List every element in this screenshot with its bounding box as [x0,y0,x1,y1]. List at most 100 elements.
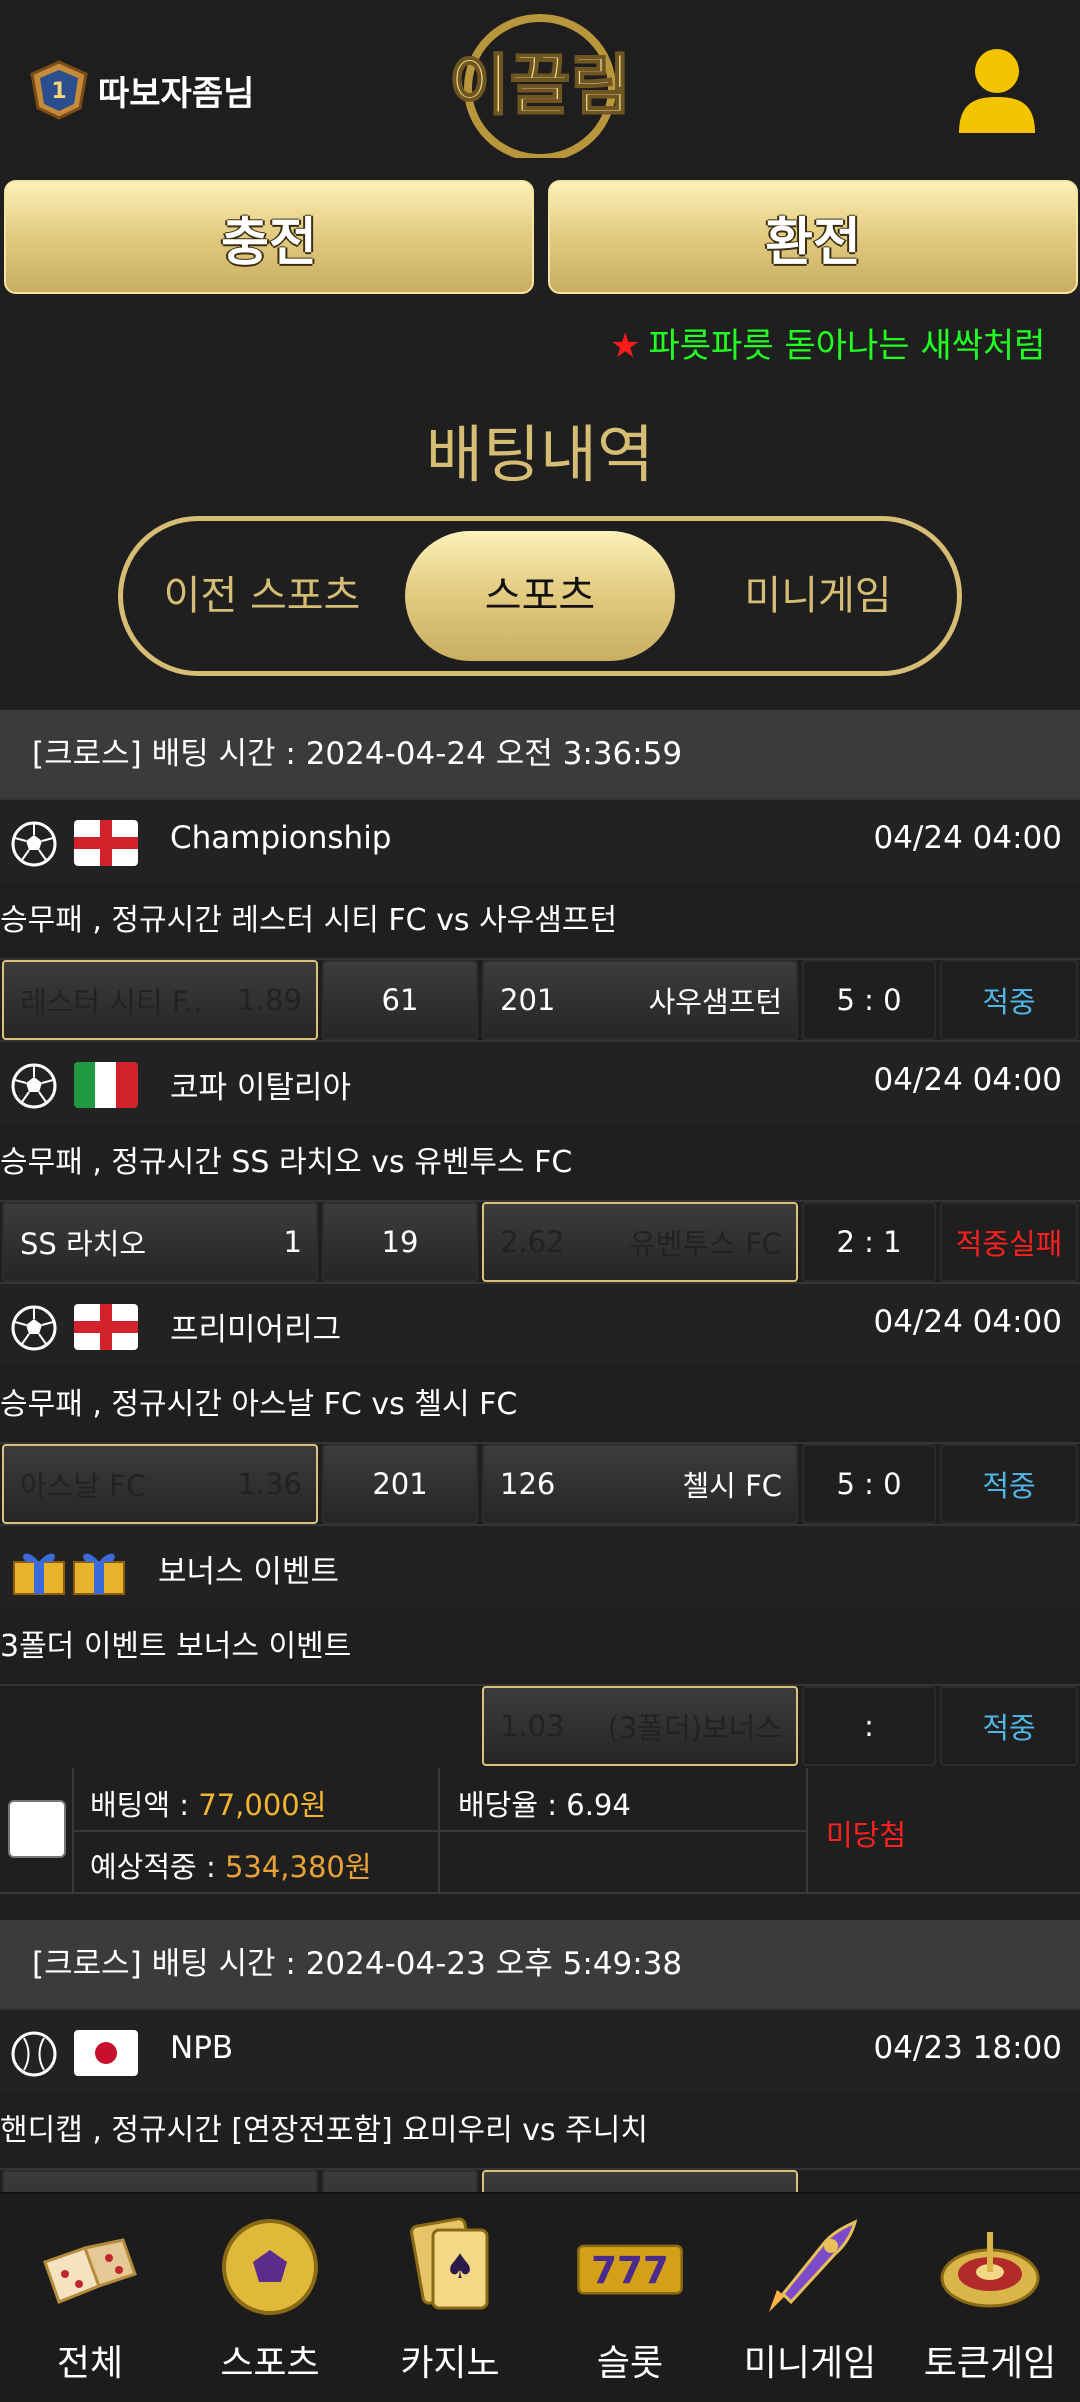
away-team: 첼시 FC [682,1469,782,1503]
draw-odds-button[interactable] [322,2170,478,2192]
nav-minigame[interactable]: 미니게임 [720,2194,900,2402]
nav-label: 미니게임 [743,2343,877,2384]
away-odds-button[interactable] [482,2170,798,2192]
page-title: 배팅내역 [425,418,655,491]
bet-amount: 배팅액 : 77,000원 [90,1782,326,1824]
away-team: 유벤투스 FC [629,1227,782,1261]
away-team: 사우샘프턴 [648,985,782,1019]
league-name: NPB [170,2030,234,2066]
nav-sports[interactable]: 스포츠 [180,2194,360,2402]
home-odds: 1.36 [237,1467,302,1501]
roulette-icon [940,2232,1040,2308]
match-description: 승무패 , 정규시간 SS 라치오 vs 유벤투스 FC [0,1124,1080,1202]
tab-minigame[interactable]: 미니게임 [679,531,957,661]
sports-ball-icon [222,2219,318,2315]
select-checkbox[interactable] [8,1800,66,1858]
svg-text:이끌림: 이끌림 [449,47,631,124]
svg-text:1: 1 [51,79,66,104]
casino-cards-icon: ♠ [410,2217,489,2310]
expected-win-label: 예상적중 : [90,1850,225,1884]
svg-text:777: 777 [591,2248,669,2292]
tab-bar: 이전 스포츠 스포츠 미니게임 [118,516,962,676]
profile-icon[interactable] [955,45,1039,135]
league-name: 보너스 이벤트 [158,1554,339,1590]
draw-odds: 201 [372,1467,428,1501]
match-time: 04/24 04:00 [873,1304,1062,1340]
bet-amount-label: 배팅액 : [90,1788,199,1822]
result-badge: 적중 [982,1711,1036,1745]
bottom-nav: 전체 스포츠 ♠ 카지노 777 슬롯 미니게임 토큰게임 [0,2192,1080,2402]
league-row: Championship 04/24 04:00 [0,798,1080,884]
rocket-icon [769,2219,858,2312]
draw-odds-button[interactable]: 61 [322,960,478,1040]
result-badge: 적중 [982,985,1036,1019]
odds-rate: 배당율 : 6.94 [458,1782,631,1824]
draw-odds-button[interactable]: 201 [322,1444,478,1524]
odds-row: SS 라치오 1 19 2.62 유벤투스 FC 2 : 1 적중실패 [0,1202,1080,1282]
away-odds-button[interactable]: 2.62 유벤투스 FC [482,1202,798,1282]
soccer-icon [11,1305,57,1351]
league-row: 보너스 이벤트 [0,1524,1080,1610]
star-icon: ★ [610,326,641,366]
bonus-name: (3폴더)보너스 [607,1711,782,1745]
england-flag-icon [74,1304,138,1350]
expected-win-value: 534,380원 [224,1850,372,1884]
bet-status: 미당첨 [826,1818,907,1852]
user-name[interactable]: 따보자좀님 [98,66,254,115]
match-time: 04/24 04:00 [873,1062,1062,1098]
result-badge: 적중실패 [955,1227,1063,1261]
away-odds-button[interactable]: 126 첼시 FC [482,1444,798,1524]
rank-badge-icon: 1 [30,60,88,120]
nav-token-game[interactable]: 토큰게임 [900,2194,1080,2402]
withdraw-button[interactable]: 환전 [548,180,1078,294]
score: 5 : 0 [836,1467,902,1501]
odds-row: 1.03 (3폴더)보너스 : 적중 [0,1686,1080,1766]
away-odds: 2.62 [500,1225,565,1259]
tab-sports[interactable]: 스포츠 [405,531,675,661]
svg-text:♠: ♠ [445,2247,475,2287]
match-time: 04/24 04:00 [873,820,1062,856]
app-header: 1 따보자좀님 이끌림 [0,0,1080,172]
result-cell: 적중 [940,1686,1078,1766]
draw-odds: 19 [381,1225,419,1259]
soccer-icon [11,821,57,867]
nav-all[interactable]: 전체 [0,2194,180,2402]
league-row: 코파 이탈리아 04/24 04:00 [0,1040,1080,1126]
match-description: 3폴더 이벤트 보너스 이벤트 [0,1608,1080,1686]
odds-row-partial [0,2170,1080,2192]
home-odds-button[interactable]: 아스날 FC 1.36 [2,1444,318,1524]
result-badge: 적중 [982,1469,1036,1503]
league-row: 프리미어리그 04/24 04:00 [0,1282,1080,1368]
home-odds-button[interactable]: 레스터 시티 F.. 1.89 [2,960,318,1040]
notice-marquee: ★ 파릇파릇 돋아나는 새싹처럼 [610,318,1045,367]
bonus-odds-button[interactable]: 1.03 (3폴더)보너스 [482,1686,798,1766]
league-name: Championship [170,820,392,856]
score-cell: 5 : 0 [802,1444,936,1524]
site-logo[interactable]: 이끌림 [430,8,650,158]
nav-casino[interactable]: ♠ 카지노 [360,2194,540,2402]
home-odds-button[interactable]: SS 라치오 1 [2,1202,318,1282]
home-odds: 1 [283,1225,302,1259]
away-odds-button[interactable]: 201 사우샘프턴 [482,960,798,1040]
draw-odds-button[interactable]: 19 [322,1202,478,1282]
odds-rate-value: 6.94 [566,1788,631,1822]
nav-label: 카지노 [400,2343,500,2384]
match-description: 승무패 , 정규시간 레스터 시티 FC vs 사우샘프턴 [0,882,1080,960]
nav-label: 전체 [56,2343,124,2384]
nav-label: 슬롯 [596,2343,664,2384]
away-odds: 126 [500,1467,556,1501]
dice-icon [43,2238,137,2304]
score-cell: : [802,1686,936,1766]
nav-label: 토큰게임 [923,2343,1057,2384]
home-team: SS 라치오 [20,1227,147,1261]
expected-win: 예상적중 : 534,380원 [90,1844,372,1886]
score: 2 : 1 [836,1225,902,1259]
tab-previous-sports[interactable]: 이전 스포츠 [123,531,401,661]
bet-header: [크로스] 배팅 시간 : 2024-04-23 오후 5:49:38 [0,1920,1080,2008]
bonus-odds: 1.03 [500,1709,565,1743]
nav-slot[interactable]: 777 슬롯 [540,2194,720,2402]
italy-flag-icon [74,1062,138,1108]
home-odds-button[interactable] [2,2170,318,2192]
slot-777-icon: 777 [577,2244,683,2295]
charge-button[interactable]: 충전 [4,180,534,294]
